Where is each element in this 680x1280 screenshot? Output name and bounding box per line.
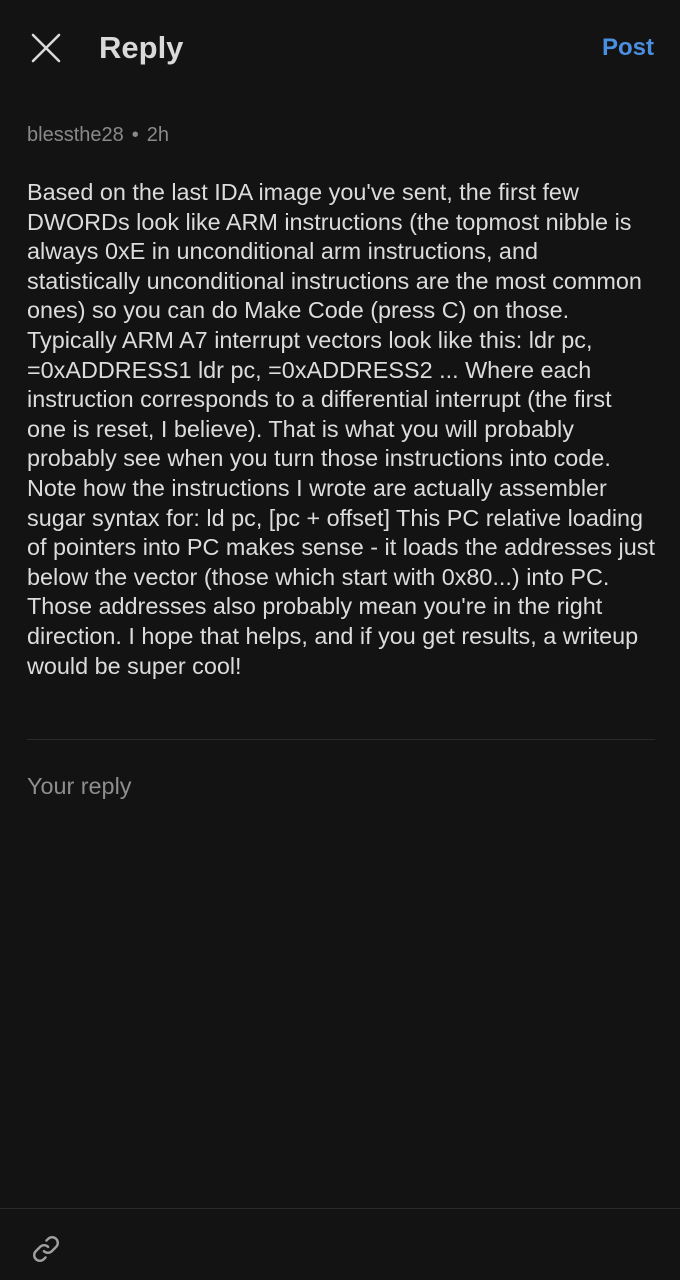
comment-author[interactable]: blessthe28: [27, 124, 124, 146]
reply-input[interactable]: [27, 766, 655, 806]
page-title: Reply: [99, 30, 184, 65]
comment-time: 2h: [146, 124, 170, 146]
comment-meta: blessthe28 • 2h: [27, 121, 169, 149]
comment-body: Based on the last IDA image you've sent,…: [27, 179, 655, 679]
post-button[interactable]: Post: [602, 30, 654, 66]
meta-separator: •: [131, 124, 139, 146]
close-icon: [31, 33, 61, 63]
attach-link-button[interactable]: [26, 1229, 66, 1269]
bottom-toolbar: [0, 1208, 680, 1280]
close-button[interactable]: [24, 26, 68, 70]
header-bar: Reply Post: [0, 0, 680, 96]
link-icon: [33, 1236, 59, 1262]
divider: [27, 739, 655, 740]
